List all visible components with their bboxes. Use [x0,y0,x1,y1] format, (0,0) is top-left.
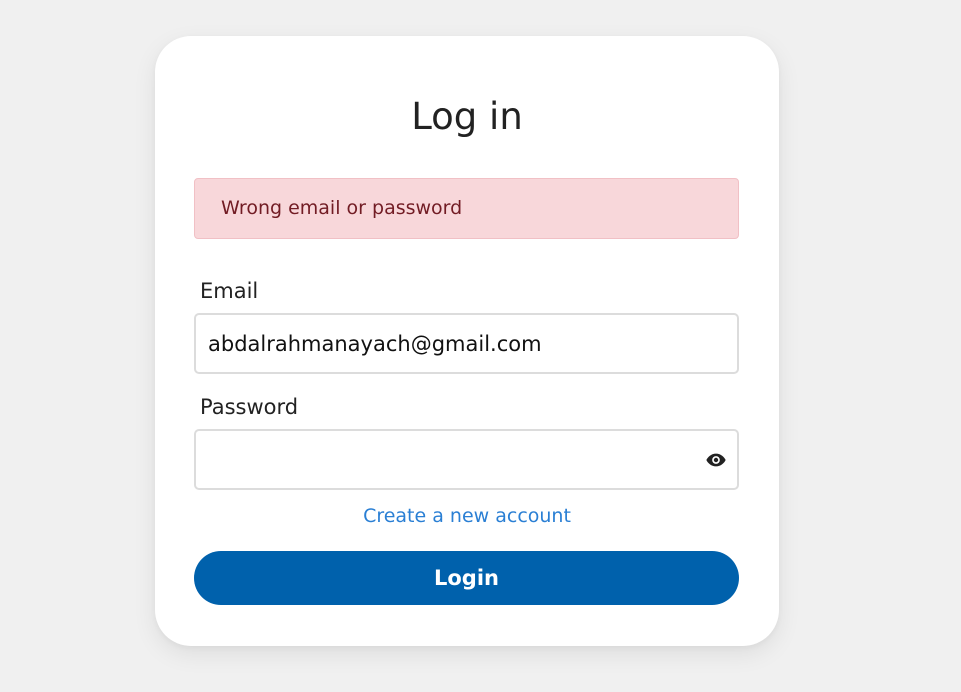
email-label: Email [200,279,259,303]
login-button[interactable]: Login [194,551,739,605]
create-account-link[interactable]: Create a new account [155,505,779,528]
password-field-wrapper [194,429,739,490]
page-title: Log in [411,95,523,138]
password-field[interactable] [196,431,688,488]
password-label: Password [200,395,299,419]
email-field-wrapper [194,313,739,374]
email-field[interactable] [196,315,688,372]
eye-icon[interactable] [705,449,727,471]
error-alert: Wrong email or password [194,178,739,239]
login-card: Log in Wrong email or password Email Pas… [155,36,779,646]
